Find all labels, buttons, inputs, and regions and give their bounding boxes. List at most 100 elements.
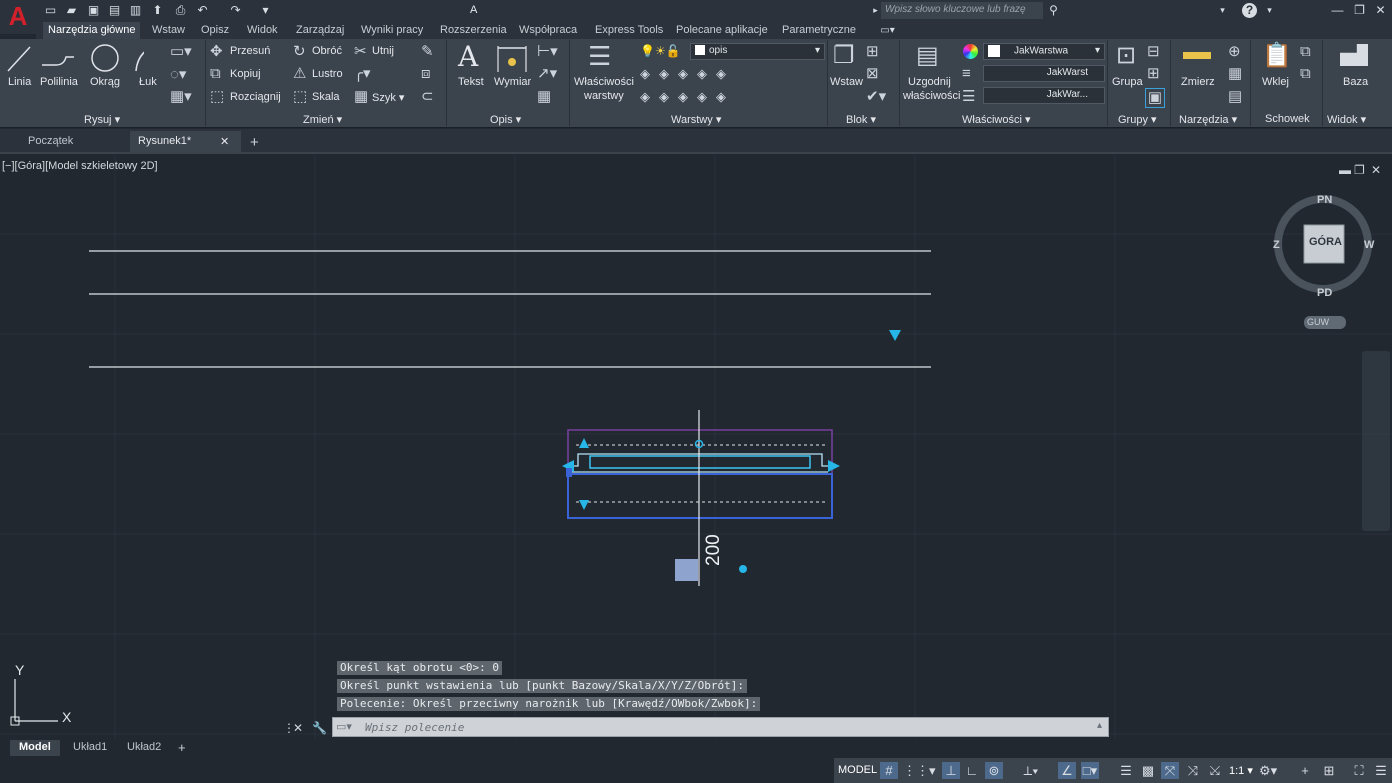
isometric-icon[interactable]: ⟂▾ [1022,762,1040,779]
wlasciwosci-warstwy-label2[interactable]: warstwy [584,90,624,102]
rectangle-icon[interactable]: ▭▾ [170,43,192,61]
copy-clip-icon[interactable]: ⧉ [1300,65,1311,83]
account-dropdown-icon[interactable]: ▾ [1215,3,1230,18]
wstaw-button[interactable]: Wstaw [830,76,863,88]
polar-tracking-icon[interactable]: ⊚ [985,762,1003,779]
leader-icon[interactable]: ↗▾ [537,65,557,83]
panel-zmien[interactable]: Zmień ▾ [303,113,342,126]
grid-icon[interactable]: # [880,762,898,779]
ortho-icon[interactable]: ∟ [963,762,981,779]
command-history-toggle-icon[interactable]: ▴ [1097,720,1102,731]
obroc-button[interactable]: Obróć [312,45,342,57]
panel-rysuj[interactable]: Rysuj ▾ [84,113,120,126]
viewcube-west[interactable]: Z [1273,239,1280,251]
lustro-button[interactable]: Lustro [312,68,343,80]
object-snap-icon[interactable]: □▾ [1081,762,1099,779]
command-close-icon[interactable]: ✕ [293,719,303,737]
help-dropdown-icon[interactable]: ▾ [1262,3,1277,18]
panel-blok[interactable]: Blok ▾ [846,113,876,126]
layer-dropdown[interactable]: opis ▾ [690,43,825,60]
print-icon[interactable]: ⎙ [173,3,188,18]
customization-menu-icon[interactable]: ☰ [1372,762,1390,779]
units-icon[interactable]: ⊞ [1320,762,1338,779]
create-block-icon[interactable]: ⊞ [866,43,879,61]
command-input[interactable]: Wpisz polecenie [332,717,1109,737]
panel-grupy[interactable]: Grupy ▾ [1118,113,1157,126]
close-icon[interactable]: ✕ [1373,3,1388,18]
edit-block-icon[interactable]: ⊠ [866,65,879,83]
calculator-icon[interactable]: ▤ [1228,88,1242,106]
panel-wlasciwosci[interactable]: Właściwości ▾ [962,113,1030,126]
annotation-monitor-icon[interactable]: + [1296,762,1314,779]
workspace-gear-icon[interactable]: ⚙▾ [1259,762,1277,779]
wklej-button[interactable]: Wklej [1262,76,1289,88]
tab-rozszerzenia[interactable]: Rozszerzenia [435,22,512,39]
export-icon[interactable]: ⬆ [150,3,165,18]
tab-widok[interactable]: Widok [242,22,283,39]
transparency-icon[interactable]: ▩ [1139,762,1157,779]
viewport-close-icon[interactable]: ✕ [1371,161,1381,179]
ribbon-options-icon[interactable]: ▭▾ [880,23,895,38]
panel-widok[interactable]: Widok ▾ [1327,113,1366,126]
ungroup-icon[interactable]: ⊟ [1147,43,1160,61]
navigation-bar[interactable] [1362,351,1390,531]
hatch-icon[interactable]: ◌▾ [170,66,186,84]
boundary-icon[interactable]: ▦▾ [170,88,192,106]
annotation-visibility-icon[interactable]: ⤨ [1184,762,1202,779]
panel-warstwy[interactable]: Warstwy ▾ [671,113,721,126]
zmierz-button[interactable]: Zmierz [1181,76,1215,88]
erase-icon[interactable]: ✎ [421,43,434,61]
panel-opis[interactable]: Opis ▾ [490,113,521,126]
search-input[interactable]: Wpisz słowo kluczowe lub frazę [881,2,1043,19]
viewport-controls-label[interactable]: [−][Góra][Model szkieletowy 2D] [2,160,158,172]
tab-start[interactable]: Początek [20,131,81,153]
viewport-minimize-icon[interactable]: ▬ [1339,161,1351,179]
linetype-dropdown[interactable]: JakWarst [983,65,1105,82]
wlasciwosci-label[interactable]: właściwości [903,90,960,102]
linia-button[interactable]: Linia [8,76,31,88]
annotation-scale[interactable]: 1:1 ▾ [1229,764,1253,777]
quick-select-icon[interactable]: ⊕ [1228,43,1241,61]
group-edit-icon[interactable]: ⊞ [1147,65,1160,83]
polilinia-button[interactable]: Polilinia [40,76,78,88]
restore-icon[interactable]: ❐ [1352,3,1367,18]
app-logo[interactable]: A [0,0,36,34]
okrag-button[interactable]: Okrąg [90,76,120,88]
baza-button[interactable]: Baza [1343,76,1368,88]
save-icon[interactable]: ▣ [86,3,101,18]
block-attributes-icon[interactable]: ✔▾ [866,88,886,106]
viewcube-north[interactable]: PN [1317,194,1332,206]
viewcube-south[interactable]: PD [1317,287,1332,299]
customize-menu-icon[interactable]: ▾ [258,3,273,18]
panel-schowek[interactable]: Schowek [1265,113,1310,125]
color-dropdown[interactable]: JakWarstwa ▾ [983,43,1105,60]
auto-scale-icon[interactable]: ⤩ [1206,762,1224,779]
panel-narzedzia[interactable]: Narzędzia ▾ [1179,113,1237,126]
uzgodnij-label[interactable]: Uzgodnij [908,76,951,88]
layer-tools-row1[interactable]: ◈◈◈◈◈ [640,66,735,82]
lineweight-dropdown[interactable]: JakWar... [983,87,1105,104]
layout-tab-model[interactable]: Model [10,740,60,756]
open-folder-icon[interactable]: ▰ [64,3,79,18]
luk-button[interactable]: Łuk [139,76,157,88]
przesun-button[interactable]: Przesuń [230,45,270,57]
tab-zarzadzaj[interactable]: Zarządzaj [291,22,349,39]
tekst-button[interactable]: Tekst [458,76,484,88]
viewcube-top-label[interactable]: GÓRA [1309,236,1342,248]
lineweight-toggle-icon[interactable]: ☰ [1117,762,1135,779]
linear-dim-icon[interactable]: ⊢▾ [537,43,558,61]
drawing-canvas[interactable] [0,156,1392,740]
new-file-icon[interactable]: ▭ [43,3,58,18]
help-icon[interactable]: ? [1242,3,1257,18]
tab-opisz[interactable]: Opisz [196,22,234,39]
clean-screen-icon[interactable]: ⛶ [1350,762,1368,779]
save-as-icon[interactable]: ▤ [107,3,122,18]
snap-icon[interactable]: ⋮⋮▾ [903,762,936,779]
szyk-button[interactable]: Szyk ▾ [372,91,404,104]
object-snap-tracking-icon[interactable]: ∠ [1058,762,1076,779]
ucs-label[interactable]: GUW [1307,317,1329,327]
group-select-icon[interactable]: ▣ [1145,88,1165,108]
utnij-button[interactable]: Utnij [372,45,394,57]
dynamic-input-icon[interactable]: ⊥ [942,762,960,779]
command-customize-icon[interactable]: 🔧 [312,719,327,737]
